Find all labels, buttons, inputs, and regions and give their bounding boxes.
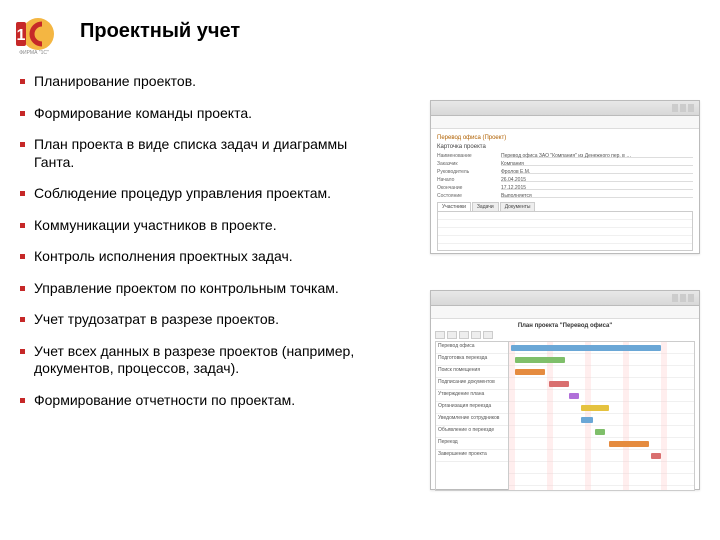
tabs: Участники Задачи Документы [437, 202, 693, 211]
gantt-bar [595, 429, 605, 435]
bullet-item: Учет всех данных в разрезе проектов (нап… [20, 343, 390, 378]
bullet-item: Управление проектом по контрольным точка… [20, 280, 390, 298]
bullet-item: Соблюдение процедур управления проектам. [20, 185, 390, 203]
tab: Участники [437, 202, 471, 211]
gantt-bar [549, 381, 569, 387]
gantt-bar [515, 357, 565, 363]
gantt-row-label: Уведомление сотрудников [436, 414, 508, 426]
gantt-row-label: Подписание документов [436, 378, 508, 390]
window-titlebar [431, 101, 699, 116]
bullet-item: Учет трудозатрат в разрезе проектов. [20, 311, 390, 329]
gantt-row-label: Поиск помещения [436, 366, 508, 378]
field-value: Перевод офиса ЗАО "Компания" из Денежног… [501, 153, 693, 158]
tab: Задачи [472, 202, 499, 211]
gantt-bar [609, 441, 649, 447]
screenshot-project-card: Перевод офиса (Проект) Карточка проекта … [430, 100, 700, 254]
field-value: 26.04.2015 [501, 177, 693, 182]
1c-logo: 1 ФИРМА "1С" [12, 12, 56, 56]
gantt-row-label: Перевод офиса [436, 342, 508, 354]
gantt-chart-area [509, 342, 694, 490]
field-label: Заказчик [437, 161, 497, 166]
bullet-item: Формирование отчетности по проектам. [20, 392, 390, 410]
gantt-bar [651, 453, 661, 459]
field-value: Фролов Е.М. [501, 169, 693, 174]
svg-text:ФИРМА "1С": ФИРМА "1С" [19, 50, 49, 56]
field-label: Начало [437, 177, 497, 182]
participants-grid [437, 211, 693, 251]
field-label: Наименование [437, 153, 497, 158]
field-label: Состояние [437, 193, 497, 198]
bullet-item: Коммуникации участников в проекте. [20, 217, 390, 235]
slide-title: Проектный учет [80, 20, 240, 43]
gantt-title: План проекта "Перевод офиса" [435, 323, 695, 329]
svg-text:1: 1 [17, 27, 26, 44]
gantt-row-label: Утверждение плана [436, 390, 508, 402]
bullet-item: Формирование команды проекта. [20, 105, 390, 123]
window-toolbar [431, 116, 699, 129]
field-label: Окончание [437, 185, 497, 190]
section-label: Карточка проекта [437, 144, 693, 150]
window-heading: Перевод офиса (Проект) [437, 135, 693, 141]
gantt-bar [569, 393, 579, 399]
bullet-item: Контроль исполнения проектных задач. [20, 248, 390, 266]
gantt-bar [581, 417, 593, 423]
window-titlebar [431, 291, 699, 306]
gantt-bar [515, 369, 545, 375]
gantt-row-label: Организация переезда [436, 402, 508, 414]
bullet-item: Планирование проектов. [20, 73, 390, 91]
gantt-row-label: Переезд [436, 438, 508, 450]
bullet-item: План проекта в виде списка задач и диагр… [20, 136, 390, 171]
gantt-row-label: Завершение проекта [436, 450, 508, 462]
gantt-row-label: Подготовка переезда [436, 354, 508, 366]
bullet-list: Планирование проектов. Формирование кома… [20, 73, 390, 423]
field-value: Выполняется [501, 193, 693, 198]
gantt-task-labels: Перевод офисаПодготовка переездаПоиск по… [436, 342, 509, 490]
gantt-toolbar [435, 331, 695, 339]
gantt-bar [581, 405, 609, 411]
field-value: 17.12.2015 [501, 185, 693, 190]
field-value: Компания [501, 161, 693, 166]
field-label: Руководитель [437, 169, 497, 174]
gantt-row-label: Объявление о переезде [436, 426, 508, 438]
gantt: Перевод офисаПодготовка переездаПоиск по… [435, 341, 695, 491]
tab: Документы [500, 202, 536, 211]
window-toolbar [431, 306, 699, 319]
screenshot-gantt: План проекта "Перевод офиса" Перевод офи… [430, 290, 700, 490]
gantt-bar [511, 345, 661, 351]
